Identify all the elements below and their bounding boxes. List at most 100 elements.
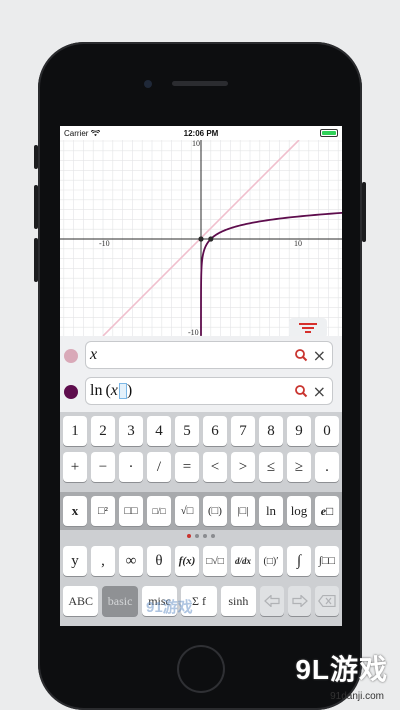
key-ln[interactable]: ln: [259, 496, 283, 526]
text-cursor: [118, 383, 127, 399]
keyboard-page-indicator: [60, 532, 342, 540]
key-exp[interactable]: e□: [315, 496, 339, 526]
filter-lines-icon: [299, 323, 317, 333]
x-tick-10: 10: [294, 239, 302, 248]
expression-input-2[interactable]: ln ( x ) ×: [85, 377, 333, 405]
left-arrow-button[interactable]: [260, 586, 284, 616]
key-parentheses[interactable]: (□): [203, 496, 227, 526]
key-4[interactable]: 4: [147, 416, 171, 446]
misc-function-row: y , ∞ θ f(x) □√□ d/dx (□)′ ∫ ∫□□: [63, 546, 339, 576]
page-dot[interactable]: [211, 534, 215, 538]
key-integral[interactable]: ∫: [287, 546, 311, 576]
key-definite-integral[interactable]: ∫□□: [315, 546, 339, 576]
center-watermark: 91游戏: [146, 599, 193, 616]
function-row: x □² □□ □/□ √□ (□) |□| ln log e□: [63, 496, 339, 526]
earpiece-speaker: [172, 81, 228, 86]
left-arrow-icon: [264, 595, 280, 607]
expression-var: x: [110, 382, 118, 399]
key-infinity[interactable]: ∞: [119, 546, 143, 576]
home-button[interactable]: [179, 647, 223, 691]
key-power[interactable]: □□: [119, 496, 143, 526]
key-y[interactable]: y: [63, 546, 87, 576]
close-icon[interactable]: ×: [313, 346, 326, 365]
watermark-logo: 9L游戏: [295, 654, 388, 685]
expression-input-1[interactable]: x ×: [85, 341, 333, 369]
key-comma[interactable]: ,: [91, 546, 115, 576]
key-equals[interactable]: =: [175, 452, 199, 482]
key-decimal[interactable]: .: [315, 452, 339, 482]
volume-down-button: [34, 238, 38, 282]
keyboard-mode-row: ABC basic misc Σ f sinh: [63, 586, 339, 616]
key-7[interactable]: 7: [231, 416, 255, 446]
graph-menu-button[interactable]: [289, 318, 327, 338]
key-sqrt[interactable]: √□: [175, 496, 199, 526]
math-keyboard: 1 2 3 4 5 6 7 8 9 0 + − · / = < > ≤ ≥ . …: [60, 412, 342, 626]
key-6[interactable]: 6: [203, 416, 227, 446]
key-plus[interactable]: +: [63, 452, 87, 482]
page-dot[interactable]: [195, 534, 199, 538]
close-icon[interactable]: ×: [313, 382, 326, 401]
ln-root-point[interactable]: [208, 236, 214, 242]
key-log[interactable]: log: [287, 496, 311, 526]
power-button: [362, 182, 366, 242]
search-icon[interactable]: [294, 348, 308, 362]
page-dot[interactable]: [203, 534, 207, 538]
key-minus[interactable]: −: [91, 452, 115, 482]
key-9[interactable]: 9: [287, 416, 311, 446]
key-0[interactable]: 0: [315, 416, 339, 446]
status-bar: Carrier 12:06 PM: [60, 126, 342, 140]
front-camera: [144, 80, 152, 88]
key-square[interactable]: □²: [91, 496, 115, 526]
key-less-than[interactable]: <: [203, 452, 227, 482]
screenshot: Carrier 12:06 PM -10 10 10 -10 x × ln (…: [0, 0, 400, 710]
mode-abc-button[interactable]: ABC: [63, 586, 99, 616]
key-divide[interactable]: /: [147, 452, 171, 482]
key-theta[interactable]: θ: [147, 546, 171, 576]
page-dot[interactable]: [187, 534, 191, 538]
key-fraction[interactable]: □/□: [147, 496, 171, 526]
right-arrow-icon: [291, 595, 308, 607]
x-tick-neg10: -10: [99, 239, 110, 248]
key-8[interactable]: 8: [259, 416, 283, 446]
color-dot[interactable]: [64, 349, 78, 363]
key-prime[interactable]: (□)′: [259, 546, 283, 576]
watermark-url: 91danji.com: [330, 691, 384, 702]
app-screen: Carrier 12:06 PM -10 10 10 -10 x × ln (…: [60, 126, 342, 626]
search-icon[interactable]: [294, 384, 308, 398]
right-arrow-button[interactable]: [287, 586, 312, 616]
digit-row: 1 2 3 4 5 6 7 8 9 0: [63, 416, 339, 446]
key-3[interactable]: 3: [119, 416, 143, 446]
key-dot-multiply[interactable]: ·: [119, 452, 143, 482]
mode-basic-button[interactable]: basic: [102, 586, 138, 616]
expression-row-2: ln ( x ) ×: [60, 374, 342, 408]
key-2[interactable]: 2: [91, 416, 115, 446]
y-tick-10: 10: [192, 140, 200, 148]
expression-list: x × ln ( x ) ×: [60, 336, 342, 412]
backspace-button[interactable]: [315, 586, 339, 616]
key-nth-root[interactable]: □√□: [203, 546, 227, 576]
origin-point[interactable]: [198, 236, 204, 242]
backspace-icon: [318, 595, 336, 607]
key-abs[interactable]: |□|: [231, 496, 255, 526]
volume-up-button: [34, 185, 38, 229]
operator-row: + − · / = < > ≤ ≥ .: [63, 452, 339, 482]
expression-fn: ln: [90, 382, 103, 399]
battery-icon: [320, 129, 338, 137]
graph-canvas[interactable]: -10 10 10 -10: [60, 140, 342, 336]
clock: 12:06 PM: [183, 128, 219, 138]
color-dot[interactable]: [64, 385, 78, 399]
key-x[interactable]: x: [63, 496, 87, 526]
key-5[interactable]: 5: [175, 416, 199, 446]
mute-switch: [34, 145, 38, 169]
expression-row-1: x ×: [60, 338, 342, 372]
mode-hyperbolic-button[interactable]: sinh: [220, 586, 257, 616]
key-1[interactable]: 1: [63, 416, 87, 446]
key-greater-than[interactable]: >: [231, 452, 255, 482]
key-function[interactable]: f(x): [175, 546, 199, 576]
y-tick-neg10: -10: [188, 328, 199, 336]
key-less-equal[interactable]: ≤: [259, 452, 283, 482]
key-derivative[interactable]: d/dx: [231, 546, 255, 576]
key-greater-equal[interactable]: ≥: [287, 452, 311, 482]
expression-text: x: [90, 346, 98, 363]
expression-close-paren: ): [126, 382, 133, 399]
